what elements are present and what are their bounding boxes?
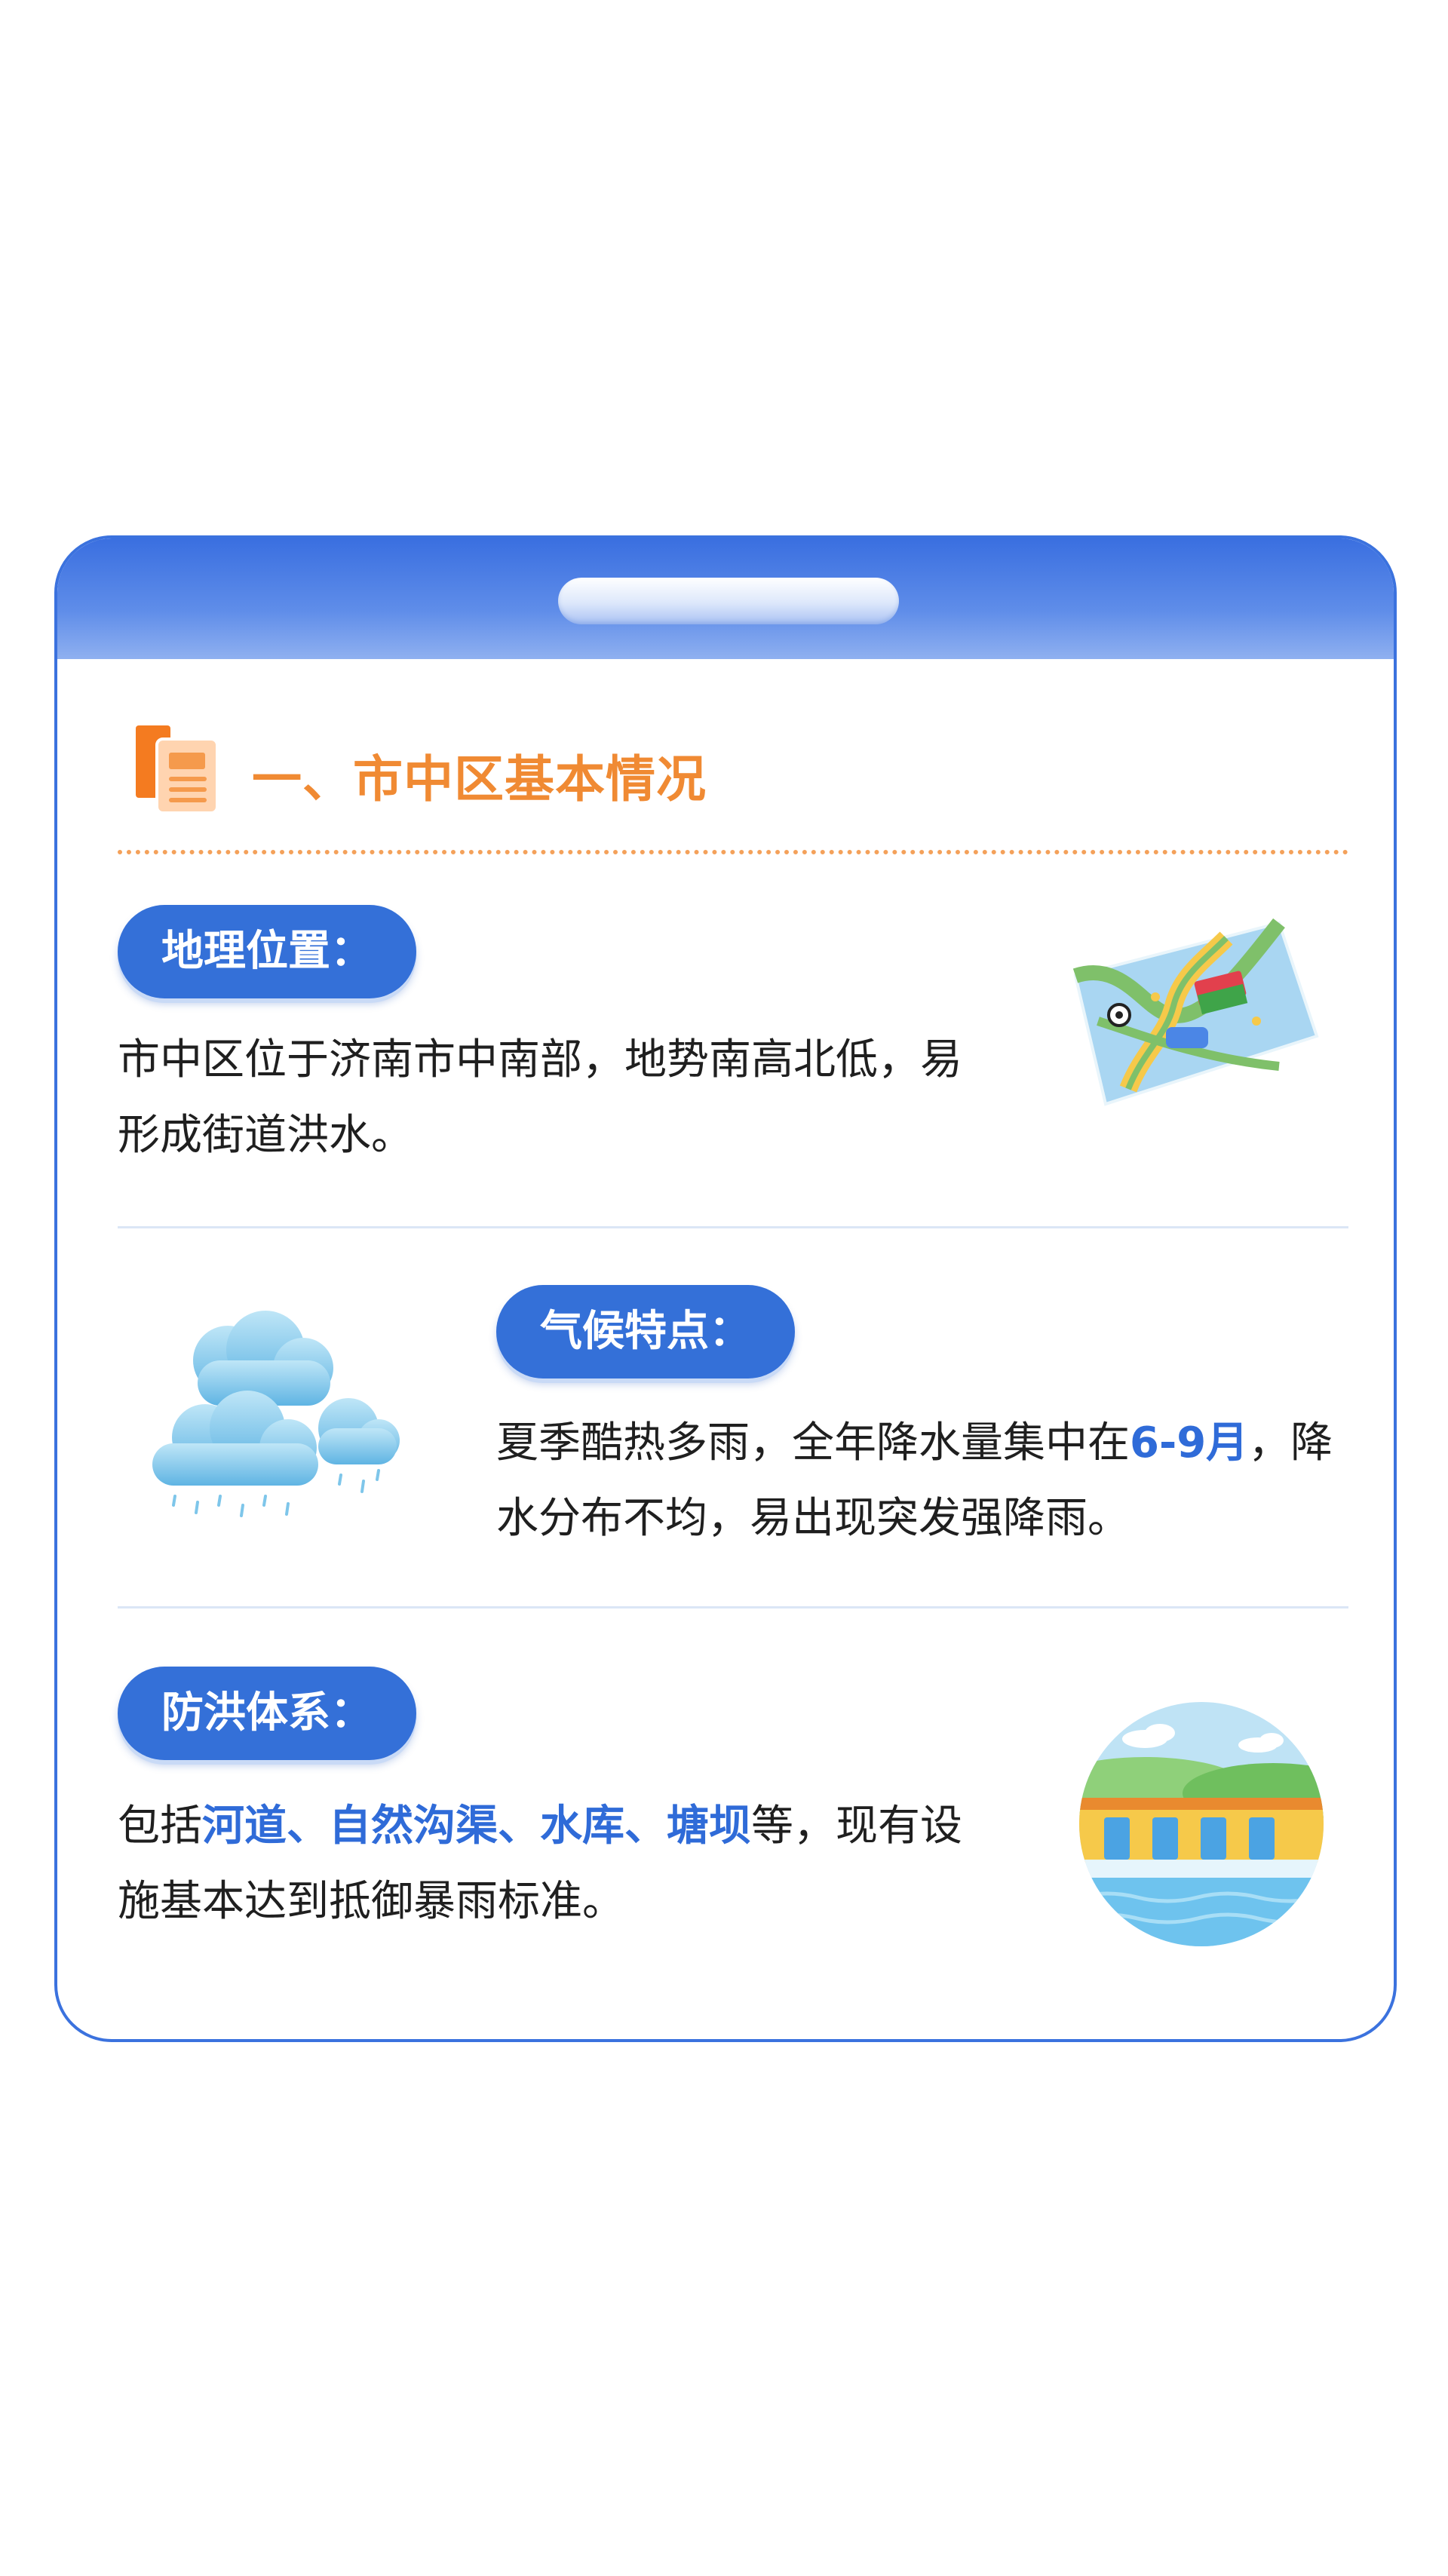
climate-text-line-2: 水分布不均，易出现突发强降雨。 — [496, 1494, 1130, 1543]
label-flood-control: 防洪体系： — [118, 1667, 416, 1760]
geography-text-line-1: 市中区位于济南市中南部，地势南高北低，易 — [118, 1035, 962, 1084]
label-climate: 气候特点： — [496, 1285, 795, 1378]
document-icon — [136, 725, 219, 814]
flood-control-highlight: 河道、自然沟渠、水库、塘坝 — [202, 1802, 751, 1851]
climate-highlight-months: 6-9月 — [1130, 1418, 1249, 1467]
flood-control-text-line-2: 施基本达到抵御暴雨标准。 — [118, 1877, 624, 1926]
section-title: 一、市中区基本情况 — [252, 750, 707, 808]
flood-control-text: 包括河道、自然沟渠、水库、塘坝等，现有设 施基本达到抵御暴雨标准。 — [118, 1789, 1113, 1940]
info-card: 一、市中区基本情况 地理位置： 市中区位于济南市中南部，地势南高北低，易 形成街… — [54, 535, 1397, 2042]
geography-text: 市中区位于济南市中南部，地势南高北低，易 形成街道洪水。 — [118, 1023, 1113, 1173]
climate-text-line-1: 夏季酷热多雨，全年降水量集中在6-9月，降 — [496, 1418, 1333, 1467]
map-icon — [1072, 918, 1319, 1106]
card-header — [57, 538, 1394, 659]
item-divider-1 — [118, 1226, 1348, 1228]
section-heading: 一、市中区基本情况 — [136, 722, 1116, 820]
item-divider-2 — [118, 1606, 1348, 1608]
dotted-divider — [118, 850, 1348, 854]
climate-text: 夏季酷热多雨，全年降水量集中在6-9月，降 水分布不均，易出现突发强降雨。 — [496, 1406, 1356, 1556]
flood-control-text-line-1: 包括河道、自然沟渠、水库、塘坝等，现有设 — [118, 1802, 962, 1851]
label-geography: 地理位置： — [118, 905, 416, 998]
rain-cloud-icon — [152, 1311, 400, 1517]
header-pill-decoration — [558, 578, 899, 624]
dam-icon — [1079, 1702, 1324, 1946]
geography-text-line-2: 形成街道洪水。 — [118, 1111, 413, 1160]
